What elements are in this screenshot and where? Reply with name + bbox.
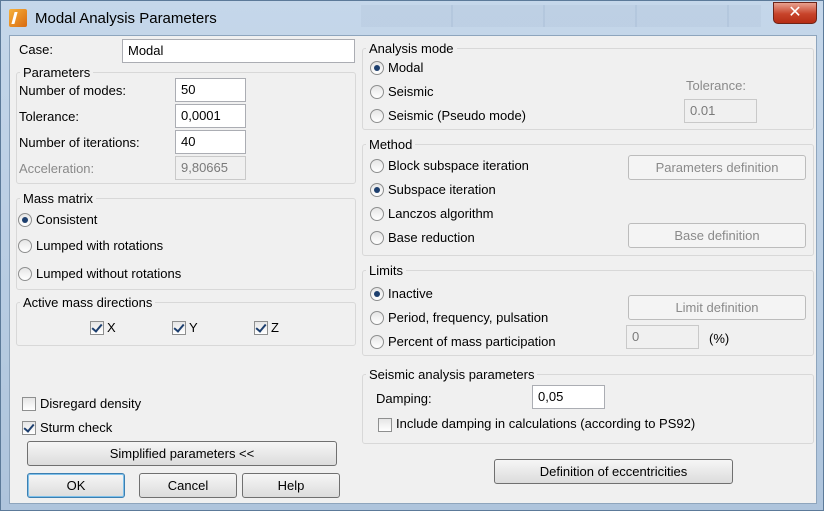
case-label: Case: <box>19 42 53 57</box>
modal-label: Modal <box>388 60 424 75</box>
app-logo-icon <box>9 9 27 27</box>
eccentricities-button[interactable]: Definition of eccentricities <box>494 459 733 484</box>
limits-group-title: Limits <box>366 263 406 278</box>
dialog-window: Modal Analysis Parameters ✕ Case: Modal … <box>0 0 824 511</box>
seismic-tolerance-input: 0.01 <box>684 99 757 123</box>
lanczos-label: Lanczos algorithm <box>388 206 494 221</box>
subspace-iteration-label: Subspace iteration <box>388 182 496 197</box>
inactive-radio[interactable] <box>370 287 384 301</box>
disregard-density-checkbox[interactable] <box>22 397 36 411</box>
ok-button[interactable]: OK <box>27 473 125 498</box>
direction-z-checkbox[interactable] <box>254 321 268 335</box>
acceleration-label: Acceleration: <box>19 161 95 176</box>
dialog-body: Case: Modal Parameters Number of modes: … <box>9 35 817 504</box>
consistent-label: Consistent <box>36 212 98 227</box>
block-subspace-label: Block subspace iteration <box>388 158 529 173</box>
direction-z-label: Z <box>271 320 279 335</box>
include-damping-checkbox[interactable] <box>378 418 392 432</box>
modes-input[interactable]: 50 <box>175 78 246 102</box>
percent-unit-label: (%) <box>709 331 730 346</box>
tolerance-input[interactable]: 0,0001 <box>175 104 246 128</box>
block-subspace-radio[interactable] <box>370 159 384 173</box>
period-frequency-label: Period, frequency, pulsation <box>388 310 549 325</box>
inactive-label: Inactive <box>388 286 433 301</box>
acceleration-input: 9,80665 <box>175 156 246 180</box>
lumped-without-rotations-label: Lumped without rotations <box>36 266 182 281</box>
iterations-input[interactable]: 40 <box>175 130 246 154</box>
close-button[interactable]: ✕ <box>773 2 817 24</box>
lumped-with-rotations-radio[interactable] <box>18 239 32 253</box>
seismic-radio[interactable] <box>370 85 384 99</box>
title-bar[interactable]: Modal Analysis Parameters ✕ <box>1 1 823 35</box>
modes-label: Number of modes: <box>19 83 126 98</box>
damping-input[interactable]: 0,05 <box>532 385 605 409</box>
seismic-label: Seismic <box>388 84 434 99</box>
active-mass-group-title: Active mass directions <box>20 295 156 310</box>
direction-x-checkbox[interactable] <box>90 321 104 335</box>
sturm-check-checkbox[interactable] <box>22 421 36 435</box>
disregard-density-label: Disregard density <box>40 396 142 411</box>
case-input[interactable]: Modal <box>122 39 355 63</box>
limit-definition-button[interactable]: Limit definition <box>628 295 806 320</box>
seismic-pseudo-label: Seismic (Pseudo mode) <box>388 108 526 123</box>
window-title: Modal Analysis Parameters <box>35 10 217 27</box>
subspace-iteration-radio[interactable] <box>370 183 384 197</box>
mass-participation-label: Percent of mass participation <box>388 334 556 349</box>
include-damping-label: Include damping in calculations (accordi… <box>396 416 696 431</box>
seismic-parameters-group-title: Seismic analysis parameters <box>366 367 538 382</box>
lumped-without-rotations-radio[interactable] <box>18 267 32 281</box>
tolerance-label: Tolerance: <box>19 109 79 124</box>
seismic-pseudo-radio[interactable] <box>370 109 384 123</box>
modal-radio[interactable] <box>370 61 384 75</box>
parameters-definition-button[interactable]: Parameters definition <box>628 155 806 180</box>
lumped-with-rotations-label: Lumped with rotations <box>36 238 164 253</box>
lanczos-radio[interactable] <box>370 207 384 221</box>
mass-participation-input: 0 <box>626 325 699 349</box>
simplified-parameters-button[interactable]: Simplified parameters << <box>27 441 337 466</box>
base-reduction-label: Base reduction <box>388 230 475 245</box>
help-button[interactable]: Help <box>242 473 340 498</box>
parameters-group-title: Parameters <box>20 65 94 80</box>
cancel-button[interactable]: Cancel <box>139 473 237 498</box>
direction-x-label: X <box>107 320 116 335</box>
analysis-mode-group-title: Analysis mode <box>366 41 457 56</box>
seismic-tolerance-label: Tolerance: <box>686 78 746 93</box>
consistent-radio[interactable] <box>18 213 32 227</box>
mass-matrix-group-title: Mass matrix <box>20 191 97 206</box>
base-reduction-radio[interactable] <box>370 231 384 245</box>
sturm-check-label: Sturm check <box>40 420 113 435</box>
mass-participation-radio[interactable] <box>370 335 384 349</box>
iterations-label: Number of iterations: <box>19 135 140 150</box>
period-frequency-radio[interactable] <box>370 311 384 325</box>
direction-y-checkbox[interactable] <box>172 321 186 335</box>
direction-y-label: Y <box>189 320 198 335</box>
damping-label: Damping: <box>376 391 432 406</box>
method-group-title: Method <box>366 137 416 152</box>
base-definition-button[interactable]: Base definition <box>628 223 806 248</box>
